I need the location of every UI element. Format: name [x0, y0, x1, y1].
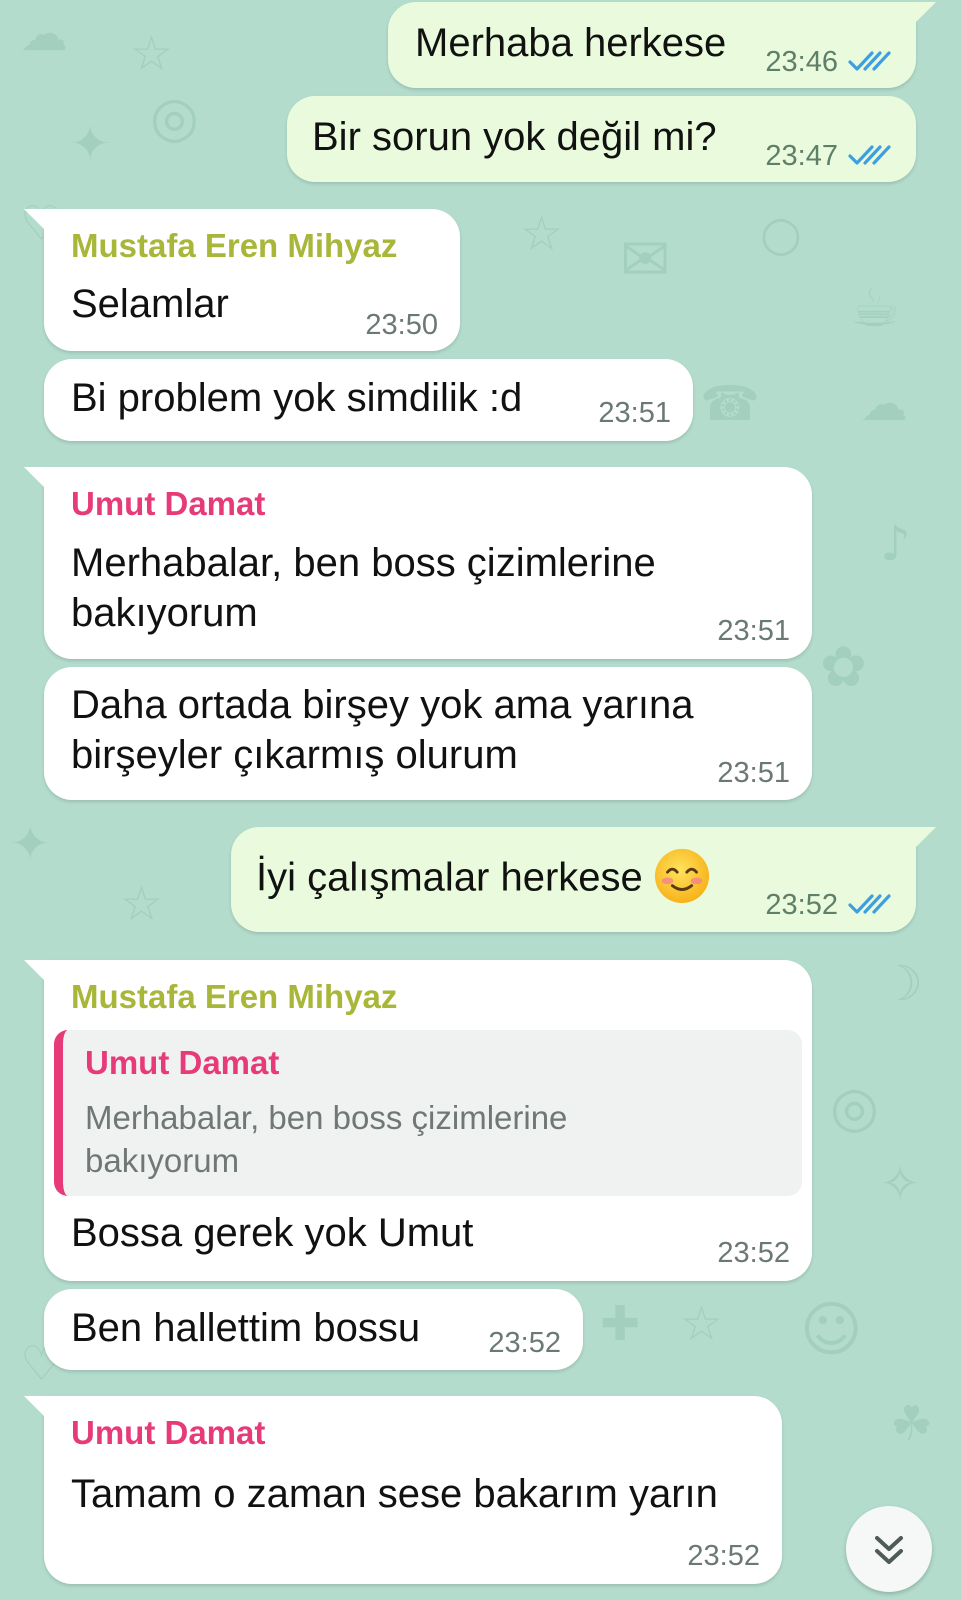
doodle-icon: ✧	[880, 1156, 921, 1212]
message-time: 23:52	[765, 889, 838, 921]
message-text: Bir sorun yok değil mi?	[312, 115, 717, 159]
quoted-text-line: Merhabalar, ben boss çizimlerine	[85, 1099, 568, 1136]
message-text: Merhaba herkese	[415, 21, 727, 65]
doodle-icon: ✦	[10, 816, 51, 872]
message-time: 23:46	[765, 46, 838, 78]
doodle-icon: ☁	[20, 6, 68, 62]
doodle-icon: ☎	[700, 376, 760, 432]
quoted-message[interactable]: Umut Damat Merhabalar, ben boss çizimler…	[54, 1030, 802, 1196]
incoming-message[interactable]: Bi problem yok simdilik :d 23:51	[44, 359, 693, 441]
sender-name: Umut Damat	[71, 485, 266, 522]
doodle-icon: ✿	[820, 635, 867, 700]
doodle-icon: ☕	[850, 275, 901, 340]
message-text: İyi çalışmalar herkese	[256, 848, 711, 909]
message-time: 23:50	[365, 309, 438, 341]
message-text: Bossa gerek yok Umut	[71, 1211, 474, 1255]
doodle-icon: ✉	[620, 225, 671, 295]
message-time: 23:51	[717, 615, 790, 647]
doodle-icon: ☆	[130, 26, 174, 82]
message-text: Tamam o zaman sese bakarım yarın	[71, 1472, 718, 1516]
message-text: Ben hallettim bossu	[71, 1306, 421, 1350]
message-text-line: Merhabalar, ben boss çizimlerine	[71, 541, 656, 585]
quoted-text-line: bakıyorum	[85, 1142, 240, 1179]
message-text: Bi problem yok simdilik :d	[71, 376, 523, 420]
incoming-message[interactable]: Daha ortada birşey yok ama yarına birşey…	[44, 667, 812, 800]
incoming-message[interactable]: Umut Damat Tamam o zaman sese bakarım ya…	[24, 1396, 782, 1584]
doodle-icon: ☺	[800, 1295, 863, 1365]
doodle-icon: ☆	[680, 1296, 724, 1352]
incoming-message[interactable]: Ben hallettim bossu 23:52	[44, 1289, 583, 1370]
outgoing-message[interactable]: İyi çalışmalar herkese 23:52	[231, 827, 936, 932]
doodle-icon: ☆	[520, 206, 564, 262]
doodle-icon: ✦	[70, 116, 111, 172]
incoming-message[interactable]: Umut Damat Merhabalar, ben boss çizimler…	[24, 467, 812, 659]
sender-name: Umut Damat	[71, 1414, 266, 1451]
doodle-icon: ◎	[150, 85, 199, 150]
double-check-read-icon	[848, 145, 891, 165]
message-time: 23:52	[488, 1327, 561, 1359]
message-text-line: birşeyler çıkarmış olurum	[71, 733, 518, 777]
sender-name: Mustafa Eren Mihyaz	[71, 227, 398, 264]
incoming-message[interactable]: Mustafa Eren Mihyaz Selamlar 23:50	[24, 209, 460, 351]
doodle-icon: ◎	[830, 1075, 879, 1140]
double-check-read-icon	[848, 51, 891, 71]
double-check-read-icon	[848, 894, 891, 914]
message-text-content: İyi çalışmalar herkese	[256, 855, 643, 900]
message-time: 23:51	[598, 397, 671, 429]
doodle-icon: ☽	[880, 956, 924, 1012]
doodle-icon: ○	[760, 206, 802, 262]
message-time: 23:52	[687, 1540, 760, 1572]
message-time: 23:52	[717, 1237, 790, 1269]
message-time: 23:47	[765, 140, 838, 172]
quoted-sender-name: Umut Damat	[85, 1044, 280, 1081]
message-text-line: bakıyorum	[71, 591, 258, 635]
doodle-icon: ☆	[120, 876, 164, 932]
double-chevron-down-icon	[875, 1536, 903, 1564]
doodle-icon: ✚	[600, 1296, 641, 1352]
doodle-icon: ☘	[890, 1396, 934, 1452]
message-time: 23:51	[717, 757, 790, 789]
doodle-icon: ☁	[860, 376, 908, 432]
outgoing-message[interactable]: Bir sorun yok değil mi? 23:47	[287, 96, 916, 182]
message-text: Selamlar	[71, 282, 229, 326]
sender-name: Mustafa Eren Mihyaz	[71, 978, 398, 1015]
scroll-to-bottom-button[interactable]	[846, 1506, 932, 1592]
outgoing-message[interactable]: Merhaba herkese 23:46	[388, 2, 936, 88]
smiling-face-icon	[654, 848, 709, 904]
doodle-icon: ♪	[880, 516, 911, 572]
incoming-message[interactable]: Mustafa Eren Mihyaz Umut Damat Merhabala…	[24, 960, 812, 1281]
message-text-line: Daha ortada birşey yok ama yarına	[71, 683, 694, 727]
